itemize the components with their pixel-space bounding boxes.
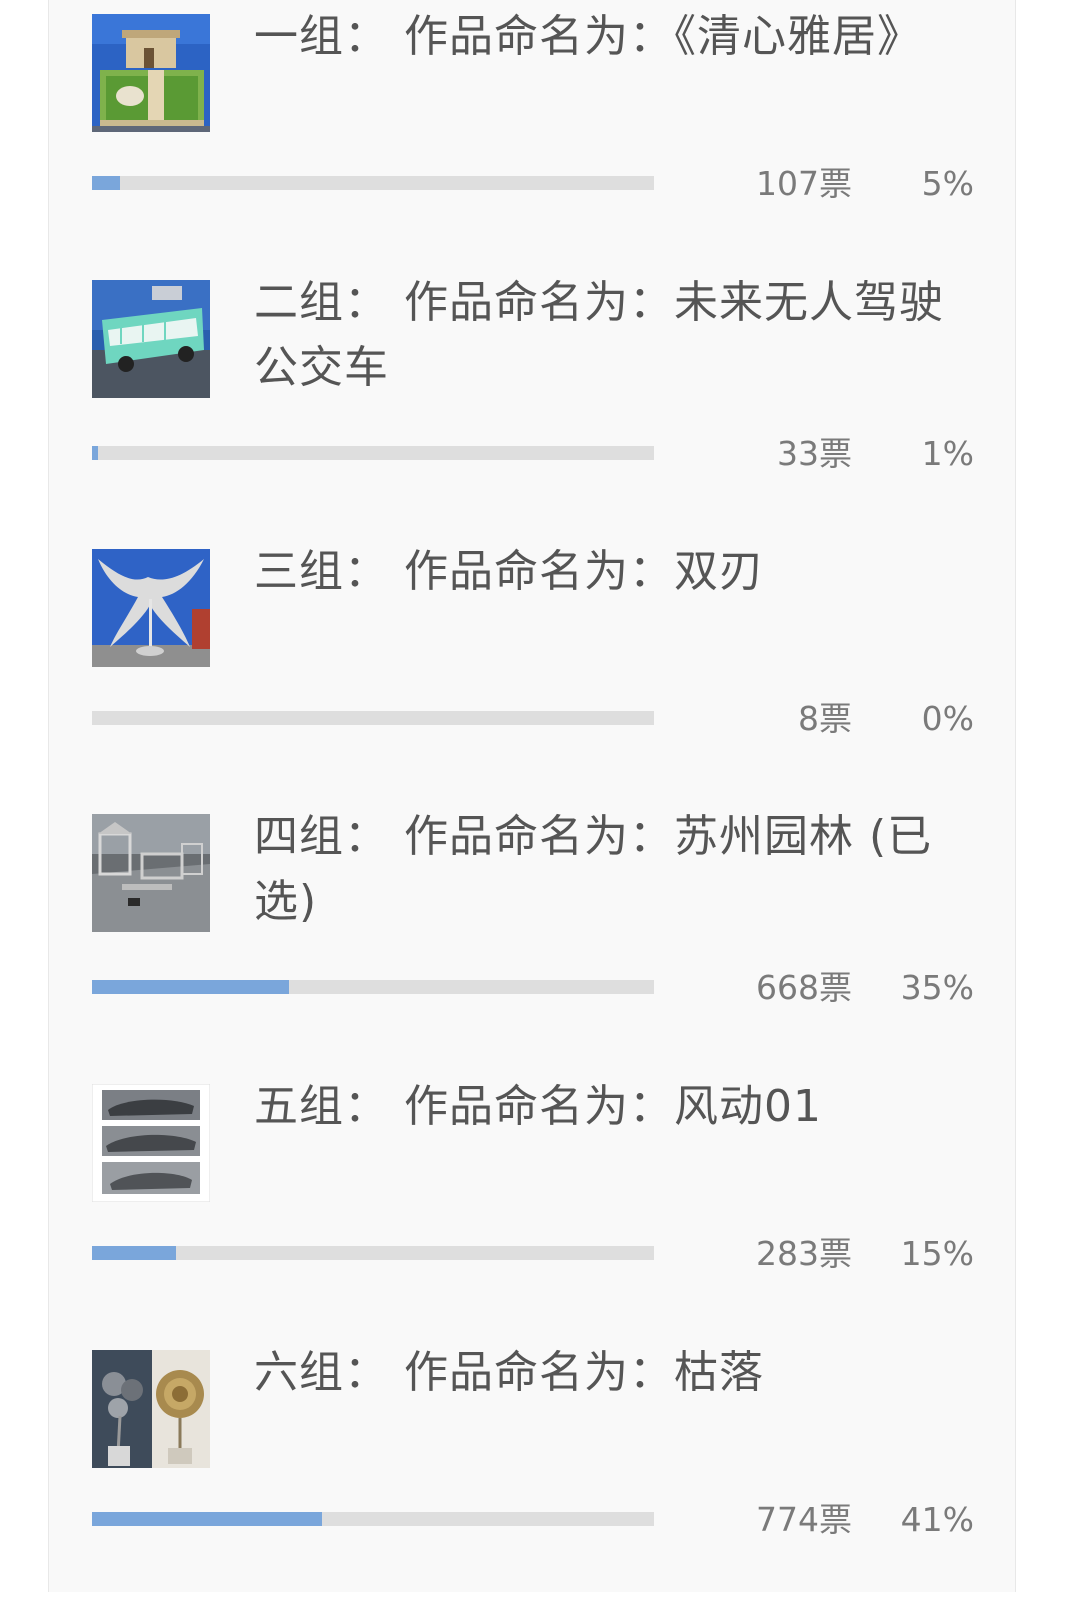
vote-count: 283票 [756, 1234, 852, 1273]
vote-option-3[interactable]: 三组： 作品命名为：双刃 8票 0% [49, 535, 1017, 801]
vote-count: 8票 [798, 699, 852, 738]
metal-rose-photo[interactable] [92, 1350, 210, 1468]
vote-option-5[interactable]: 五组： 作品命名为：风动01 283票 15% [49, 1070, 1017, 1336]
option-title: 四组： 作品命名为：苏州园林 (已选) [254, 811, 933, 927]
vote-option-2[interactable]: 二组： 作品命名为：未来无人驾驶公交车 33票 1% [49, 266, 1017, 532]
vote-count: 33票 [777, 434, 852, 473]
vote-percent: 41% [900, 1500, 974, 1539]
vote-percent: 0% [921, 699, 974, 738]
car-model-collage-photo[interactable] [92, 1084, 210, 1202]
option-title: 三组： 作品命名为：双刃 [254, 546, 764, 597]
vote-results-panel: 一组： 作品命名为：《清心雅居》 107票 5% 二组： 作品命名为：未来无人驾… [48, 0, 1016, 1592]
garden-model-photo[interactable] [92, 814, 210, 932]
vote-percent: 1% [921, 434, 974, 473]
vote-progress-bar [92, 176, 654, 190]
vote-count: 107票 [756, 164, 852, 203]
blade-sculpture-photo[interactable] [92, 549, 210, 667]
vote-option-1[interactable]: 一组： 作品命名为：《清心雅居》 107票 5% [49, 0, 1017, 266]
vote-count: 668票 [756, 968, 852, 1007]
vote-progress-fill [92, 1246, 177, 1260]
vote-progress-bar [92, 446, 654, 460]
option-title: 五组： 作品命名为：风动01 [254, 1081, 822, 1132]
vote-progress-bar [92, 1246, 654, 1260]
vote-percent: 35% [900, 968, 974, 1007]
vote-percent: 5% [921, 164, 974, 203]
vote-progress-fill [92, 980, 289, 994]
vote-progress-bar [92, 1512, 654, 1526]
option-title: 一组： 作品命名为：《清心雅居》 [254, 11, 922, 62]
house-model-photo[interactable] [92, 14, 210, 132]
vote-progress-bar [92, 711, 654, 725]
vote-count: 774票 [756, 1500, 852, 1539]
bus-model-photo[interactable] [92, 280, 210, 398]
vote-progress-bar [92, 980, 654, 994]
vote-option-4[interactable]: 四组： 作品命名为：苏州园林 (已选) 668票 35% [49, 800, 1017, 1066]
option-title: 六组： 作品命名为：枯落 [254, 1347, 764, 1398]
option-title: 二组： 作品命名为：未来无人驾驶公交车 [254, 277, 944, 393]
vote-option-6[interactable]: 六组： 作品命名为：枯落 774票 41% [49, 1336, 1017, 1602]
vote-progress-fill [92, 176, 121, 190]
vote-percent: 15% [900, 1234, 974, 1273]
vote-progress-fill [92, 446, 98, 460]
vote-progress-fill [92, 1512, 323, 1526]
